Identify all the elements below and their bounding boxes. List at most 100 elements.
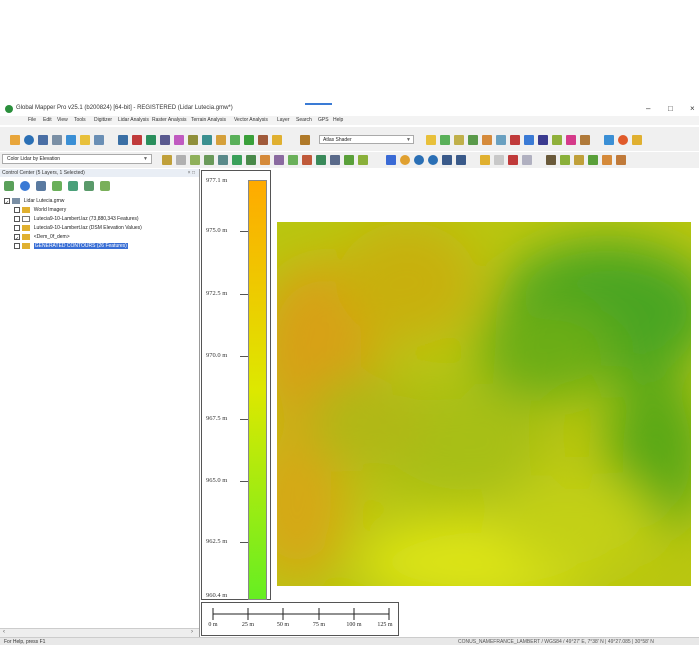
- volume-icon[interactable]: [202, 135, 212, 145]
- layer-item[interactable]: World Imagery: [14, 206, 66, 214]
- building-icon[interactable]: [574, 155, 584, 165]
- layer-item[interactable]: Lutecia9-10-Lambert.laz (73,880,343 Feat…: [14, 215, 139, 223]
- zoom-in-icon[interactable]: [414, 155, 424, 165]
- cancel-x-icon[interactable]: [538, 135, 548, 145]
- screen-icon[interactable]: [94, 135, 104, 145]
- menu-gps[interactable]: GPS: [318, 117, 329, 123]
- atlas-shader-icon[interactable]: [300, 135, 310, 145]
- terrain-tool-2-icon[interactable]: [440, 135, 450, 145]
- grid-icon[interactable]: [146, 135, 156, 145]
- lidar-tool-13-icon[interactable]: [358, 155, 368, 165]
- lidar-icon[interactable]: [244, 135, 254, 145]
- maximize-button[interactable]: □: [668, 104, 673, 113]
- vegetation-icon[interactable]: [560, 155, 570, 165]
- chart-icon[interactable]: [174, 135, 184, 145]
- zoom-out-icon[interactable]: [428, 155, 438, 165]
- checkbox-unchecked[interactable]: [14, 242, 20, 249]
- terrain-tool-7-icon[interactable]: [510, 135, 520, 145]
- lidar-tool-4-icon[interactable]: [218, 155, 228, 165]
- menu-layer[interactable]: Layer: [277, 117, 290, 123]
- terrain-tool-4-icon[interactable]: [468, 135, 478, 145]
- layer-search-icon[interactable]: [68, 181, 78, 191]
- lidar-tool-1-icon[interactable]: [176, 155, 186, 165]
- trace-icon[interactable]: [216, 135, 226, 145]
- menu-digitizer[interactable]: Digitizer: [94, 117, 112, 123]
- layer-move-icon[interactable]: [52, 181, 62, 191]
- tool-icon[interactable]: [66, 135, 76, 145]
- map-icon[interactable]: [118, 135, 128, 145]
- terrain-tool-5-icon[interactable]: [482, 135, 492, 145]
- menu-lidar-analysis[interactable]: Lidar Analysis: [118, 117, 149, 123]
- save-icon[interactable]: [38, 135, 48, 145]
- home-icon[interactable]: [456, 155, 466, 165]
- back-arrow-icon[interactable]: [442, 155, 452, 165]
- horizontal-scrollbar[interactable]: ‹ ›: [0, 628, 199, 637]
- shader-select[interactable]: Atlas Shader ▼: [319, 135, 414, 144]
- terrain-tool-1-icon[interactable]: [426, 135, 436, 145]
- terrain-tool-11-icon[interactable]: [580, 135, 590, 145]
- lidar-tool-9-icon[interactable]: [302, 155, 312, 165]
- close-button[interactable]: ×: [690, 104, 695, 113]
- lidar-tool-10-icon[interactable]: [316, 155, 326, 165]
- elevation-raster-map[interactable]: [277, 222, 691, 586]
- terrain-tool-8-icon[interactable]: [524, 135, 534, 145]
- layer-options-icon[interactable]: [36, 181, 46, 191]
- checkbox-unchecked[interactable]: [14, 224, 20, 231]
- menu-edit[interactable]: Edit: [43, 117, 52, 123]
- info-icon[interactable]: [618, 135, 628, 145]
- globe-icon[interactable]: [24, 135, 34, 145]
- lidar-color-select[interactable]: Color Lidar by Elevation ▼: [2, 154, 152, 164]
- diamond-icon[interactable]: [604, 135, 614, 145]
- scroll-right-icon[interactable]: ›: [191, 629, 193, 635]
- lidar-tool-11-icon[interactable]: [330, 155, 340, 165]
- lidar-tool-3-icon[interactable]: [204, 155, 214, 165]
- layer-item[interactable]: ✓ <Dem_0f_dem>: [14, 233, 70, 242]
- export-icon[interactable]: [52, 135, 62, 145]
- profile-icon[interactable]: [188, 135, 198, 145]
- add-layer-icon[interactable]: [4, 181, 14, 191]
- open-folder-icon[interactable]: [10, 135, 20, 145]
- menu-search[interactable]: Search: [296, 117, 312, 123]
- terrain-tool-10-icon[interactable]: [566, 135, 576, 145]
- pole-icon[interactable]: [616, 155, 626, 165]
- terrain-tool-6-icon[interactable]: [496, 135, 506, 145]
- feature-icon[interactable]: [602, 155, 612, 165]
- table-icon[interactable]: [160, 135, 170, 145]
- layer-group-icon[interactable]: [100, 181, 110, 191]
- menu-file[interactable]: File: [28, 117, 36, 123]
- minimize-button[interactable]: –: [646, 104, 650, 113]
- filter-icon[interactable]: [162, 155, 172, 165]
- layer-item[interactable]: Lutecia9-10-Lambert.laz (DSM Elevation V…: [14, 224, 142, 232]
- menu-terrain-analysis[interactable]: Terrain Analysis: [191, 117, 226, 123]
- lidar-tool-7-icon[interactable]: [274, 155, 284, 165]
- pencil-icon[interactable]: [480, 155, 490, 165]
- pan-icon[interactable]: [400, 155, 410, 165]
- digitize-tool-2-icon[interactable]: [522, 155, 532, 165]
- online-data-icon[interactable]: [20, 181, 30, 191]
- menu-tools[interactable]: Tools: [74, 117, 86, 123]
- lidar-tool-5-icon[interactable]: [232, 155, 242, 165]
- checkbox-unchecked[interactable]: [14, 215, 20, 222]
- menu-help[interactable]: Help: [333, 117, 343, 123]
- control-center-close-button[interactable]: × □: [188, 169, 195, 177]
- layer-root[interactable]: ✓ Lidar Lutecia.gmw: [4, 197, 64, 206]
- lidar-tool-2-icon[interactable]: [190, 155, 200, 165]
- checkbox-checked[interactable]: ✓: [4, 197, 10, 206]
- layer-item-selected[interactable]: GENERATED CONTOURS (26 Features): [14, 242, 128, 250]
- checkbox-unchecked[interactable]: [14, 206, 20, 213]
- lidar-tool-6-icon[interactable]: [260, 155, 270, 165]
- menu-raster-analysis[interactable]: Raster Analysis: [152, 117, 186, 123]
- pin-icon[interactable]: [132, 135, 142, 145]
- terrain-profile-icon[interactable]: [546, 155, 556, 165]
- digitize-tool-1-icon[interactable]: [494, 155, 504, 165]
- layer-icon[interactable]: [80, 135, 90, 145]
- mountain-icon[interactable]: [272, 135, 282, 145]
- checkbox-checked[interactable]: ✓: [14, 233, 20, 242]
- lidar-tool-12-icon[interactable]: [344, 155, 354, 165]
- menu-view[interactable]: View: [57, 117, 68, 123]
- shader-icon[interactable]: [258, 135, 268, 145]
- layer-filter-icon[interactable]: [84, 181, 94, 191]
- scroll-left-icon[interactable]: ‹: [3, 629, 5, 635]
- measure-icon[interactable]: [386, 155, 396, 165]
- delete-icon[interactable]: [508, 155, 518, 165]
